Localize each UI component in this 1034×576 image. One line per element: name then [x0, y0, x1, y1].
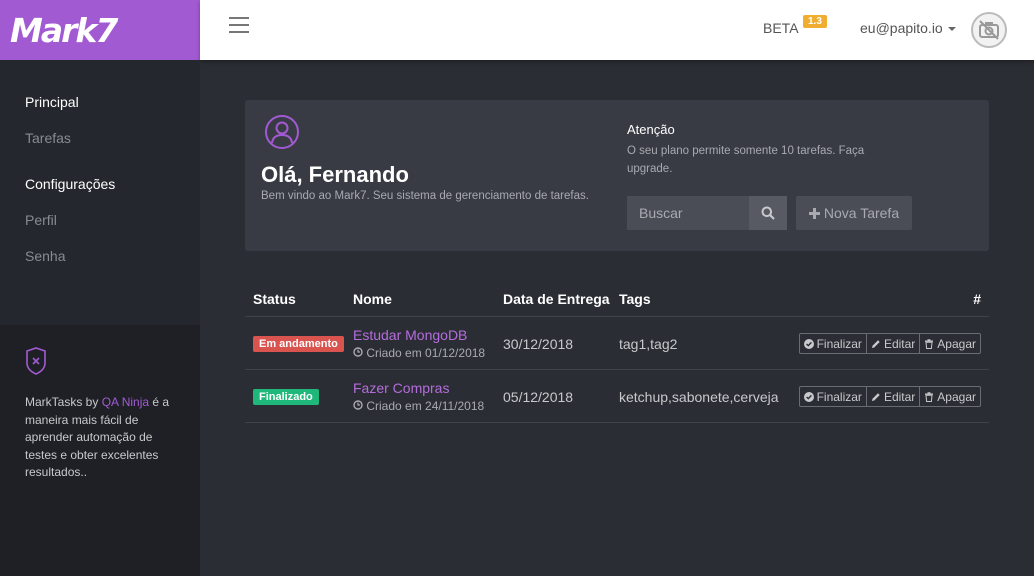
edit-button[interactable]: Editar	[865, 386, 921, 407]
sidebar: Principal Tarefas Configurações Perfil S…	[0, 60, 200, 576]
delete-button[interactable]: Apagar	[919, 386, 981, 407]
version-badge: 1.3	[803, 15, 827, 28]
user-circle-icon	[265, 115, 299, 149]
column-header-due: Data de Entrega	[503, 291, 610, 307]
qa-ninja-link[interactable]: QA Ninja	[102, 395, 149, 409]
created-date: Criado em 24/11/2018	[353, 399, 484, 413]
row-actions: Finalizar Editar Apagar	[798, 333, 981, 354]
task-name-link[interactable]: Estudar MongoDB	[353, 327, 467, 343]
welcome-panel: Olá, Fernando Bem vindo ao Mark7. Seu si…	[245, 100, 989, 251]
table-row: Finalizado Fazer Compras Criado em 24/11…	[245, 370, 989, 423]
attention-text: O seu plano permite somente 10 tarefas. …	[627, 145, 865, 175]
pencil-icon	[871, 339, 880, 348]
sidebar-heading-principal: Principal	[25, 94, 79, 110]
check-circle-icon	[803, 338, 814, 349]
sidebar-item-perfil[interactable]: Perfil	[25, 212, 57, 228]
page-title: Olá, Fernando	[261, 162, 409, 187]
column-header-actions: #	[973, 291, 981, 307]
no-photo-icon	[979, 20, 999, 40]
sidebar-heading-configuracoes: Configurações	[25, 176, 116, 192]
row-actions: Finalizar Editar Apagar	[798, 386, 981, 407]
search-icon	[761, 206, 775, 220]
status-badge: Em andamento	[253, 336, 344, 352]
column-header-status: Status	[253, 291, 296, 307]
new-task-button[interactable]: Nova Tarefa	[796, 196, 912, 230]
plus-icon	[808, 207, 820, 219]
task-tags: ketchup,sabonete,cerveja	[619, 389, 779, 405]
table-row: Em andamento Estudar MongoDB Criado em 0…	[245, 317, 989, 370]
clock-icon	[353, 347, 363, 357]
status-badge: Finalizado	[253, 389, 319, 405]
finish-button[interactable]: Finalizar	[798, 386, 867, 407]
shield-icon	[26, 347, 46, 375]
due-date: 30/12/2018	[503, 336, 574, 352]
tasks-table: Status Nome Data de Entrega Tags # Em an…	[245, 280, 989, 423]
welcome-subtitle: Bem vindo ao Mark7. Seu sistema de geren…	[261, 190, 589, 202]
promo-box: MarkTasks by QA Ninja é a maneira mais f…	[0, 325, 200, 576]
delete-button[interactable]: Apagar	[919, 333, 981, 354]
task-name-link[interactable]: Fazer Compras	[353, 380, 449, 396]
pencil-icon	[871, 392, 880, 401]
logo-text: Mark7	[10, 10, 118, 50]
column-header-tags: Tags	[619, 291, 651, 307]
sidebar-item-tarefas[interactable]: Tarefas	[25, 130, 71, 146]
edit-button[interactable]: Editar	[865, 333, 921, 354]
caret-down-icon	[947, 27, 956, 32]
column-header-name: Nome	[353, 291, 392, 307]
task-tags: tag1,tag2	[619, 336, 678, 352]
trash-icon	[925, 391, 934, 402]
sidebar-item-senha[interactable]: Senha	[25, 248, 65, 264]
clock-icon	[353, 400, 363, 410]
user-email: eu@papito.io	[860, 20, 943, 36]
due-date: 05/12/2018	[503, 389, 574, 405]
created-date: Criado em 01/12/2018	[353, 346, 485, 360]
hamburger-menu-icon[interactable]	[229, 17, 249, 33]
search-button[interactable]	[749, 196, 787, 230]
trash-icon	[925, 338, 934, 349]
table-header-row: Status Nome Data de Entrega Tags #	[245, 280, 989, 317]
top-navbar: BETA 1.3 eu@papito.io	[200, 0, 1034, 60]
avatar[interactable]	[971, 12, 1007, 48]
attention-title: Atenção	[627, 122, 675, 137]
check-circle-icon	[803, 391, 814, 402]
user-menu-dropdown[interactable]: eu@papito.io	[860, 20, 956, 36]
beta-label: BETA	[763, 20, 799, 36]
finish-button[interactable]: Finalizar	[798, 333, 867, 354]
logo[interactable]: Mark7	[0, 0, 200, 60]
promo-text: MarkTasks by QA Ninja é a maneira mais f…	[25, 395, 170, 479]
